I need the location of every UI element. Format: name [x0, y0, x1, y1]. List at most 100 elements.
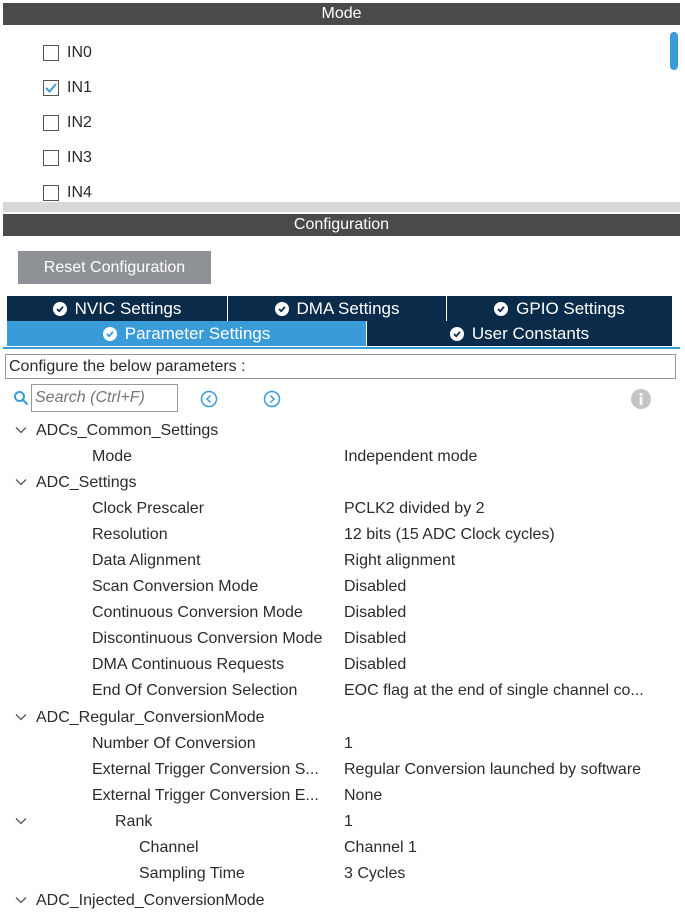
- tab-label: NVIC Settings: [74, 298, 182, 318]
- group-label: ADCs_Common_Settings: [36, 422, 219, 439]
- mode-item-in2[interactable]: IN2: [43, 113, 92, 133]
- param-row[interactable]: Channel Channel 1: [0, 835, 685, 861]
- configuration-header: Configuration: [3, 214, 680, 236]
- check-circle-icon: [102, 326, 117, 341]
- param-label: Number Of Conversion: [92, 735, 256, 752]
- param-value[interactable]: Regular Conversion launched by software: [344, 761, 674, 779]
- param-value[interactable]: PCLK2 divided by 2: [344, 500, 674, 518]
- mode-item-label: IN2: [67, 114, 92, 131]
- param-label: Discontinuous Conversion Mode: [92, 630, 323, 647]
- tab-user-constants[interactable]: User Constants: [367, 321, 672, 346]
- mode-item-in1[interactable]: IN1: [43, 78, 92, 98]
- param-label: External Trigger Conversion S...: [92, 761, 319, 778]
- previous-result-icon[interactable]: [200, 390, 218, 408]
- param-row[interactable]: End Of Conversion Selection EOC flag at …: [0, 678, 685, 704]
- mode-item-label: IN4: [67, 184, 92, 201]
- param-value[interactable]: EOC flag at the end of single channel co…: [344, 682, 674, 700]
- chevron-down-icon[interactable]: [14, 475, 28, 489]
- mode-item-in0[interactable]: IN0: [43, 43, 92, 63]
- param-label: External Trigger Conversion E...: [92, 787, 319, 804]
- param-label: Channel: [139, 839, 199, 856]
- param-label: Data Alignment: [92, 552, 201, 569]
- param-label: Rank: [115, 813, 153, 830]
- param-row-rank[interactable]: Rank 1: [0, 809, 685, 835]
- tab-label: User Constants: [471, 323, 590, 343]
- param-value[interactable]: Disabled: [344, 630, 674, 648]
- param-label: Mode: [92, 448, 133, 465]
- mode-divider[interactable]: [3, 202, 680, 212]
- check-circle-icon: [494, 301, 509, 316]
- param-value[interactable]: Channel 1: [344, 839, 674, 857]
- param-row[interactable]: Resolution 12 bits (15 ADC Clock cycles): [0, 522, 685, 548]
- group-adc-settings[interactable]: ADC_Settings: [0, 470, 685, 496]
- param-value[interactable]: None: [344, 787, 674, 805]
- tab-label: GPIO Settings: [516, 298, 625, 318]
- param-value[interactable]: Disabled: [344, 656, 674, 674]
- tab-parameter-settings[interactable]: Parameter Settings: [7, 321, 367, 346]
- checkbox-in1[interactable]: [43, 80, 59, 96]
- param-label: Sampling Time: [139, 865, 245, 882]
- param-row[interactable]: Mode Independent mode: [0, 444, 685, 470]
- param-row[interactable]: Data Alignment Right alignment: [0, 548, 685, 574]
- param-value[interactable]: 12 bits (15 ADC Clock cycles): [344, 526, 674, 544]
- mode-item-in4[interactable]: IN4: [43, 183, 92, 202]
- group-adc-regular-conversionmode[interactable]: ADC_Regular_ConversionMode: [0, 705, 685, 731]
- group-adc-injected-conversionmode[interactable]: ADC_Injected_ConversionMode: [0, 888, 685, 914]
- param-row[interactable]: Discontinuous Conversion Mode Disabled: [0, 626, 685, 652]
- group-adcs-common-settings[interactable]: ADCs_Common_Settings: [0, 418, 685, 444]
- mode-item-label: IN1: [67, 79, 92, 96]
- tab-underline: [3, 347, 680, 349]
- mode-header: Mode: [3, 3, 680, 25]
- chevron-down-icon[interactable]: [14, 423, 28, 437]
- param-value[interactable]: 1: [344, 813, 674, 831]
- mode-item-in3[interactable]: IN3: [43, 148, 92, 168]
- chevron-down-icon[interactable]: [14, 893, 28, 907]
- mode-item-label: IN3: [67, 149, 92, 166]
- chevron-down-icon[interactable]: [14, 814, 28, 828]
- param-value[interactable]: 3 Cycles: [344, 865, 674, 883]
- tab-label: DMA Settings: [296, 298, 400, 318]
- checkbox-in2[interactable]: [43, 115, 59, 131]
- param-row[interactable]: Clock Prescaler PCLK2 divided by 2: [0, 496, 685, 522]
- group-label: ADC_Injected_ConversionMode: [36, 892, 265, 909]
- mode-scrollbar-thumb[interactable]: [670, 32, 678, 70]
- param-value[interactable]: Disabled: [344, 604, 674, 622]
- param-row[interactable]: External Trigger Conversion E... None: [0, 783, 685, 809]
- param-row[interactable]: DMA Continuous Requests Disabled: [0, 652, 685, 678]
- check-circle-icon: [274, 301, 289, 316]
- param-row[interactable]: External Trigger Conversion S... Regular…: [0, 757, 685, 783]
- param-value[interactable]: Disabled: [344, 578, 674, 596]
- check-circle-icon: [449, 326, 464, 341]
- param-value[interactable]: 1: [344, 735, 674, 753]
- param-label: Resolution: [92, 526, 168, 543]
- param-label: DMA Continuous Requests: [92, 656, 285, 673]
- param-value[interactable]: Independent mode: [344, 448, 674, 466]
- mode-item-label: IN0: [67, 44, 92, 61]
- param-row[interactable]: Sampling Time 3 Cycles: [0, 861, 685, 887]
- checkbox-in3[interactable]: [43, 150, 59, 166]
- tab-dma-settings[interactable]: DMA Settings: [228, 296, 447, 321]
- tab-label: Parameter Settings: [124, 323, 271, 343]
- param-label: Continuous Conversion Mode: [92, 604, 303, 621]
- tab-nvic-settings[interactable]: NVIC Settings: [7, 296, 228, 321]
- param-row[interactable]: Scan Conversion Mode Disabled: [0, 574, 685, 600]
- search-input[interactable]: [31, 384, 178, 412]
- param-label: Clock Prescaler: [92, 500, 205, 517]
- group-label: ADC_Regular_ConversionMode: [36, 709, 265, 726]
- info-icon[interactable]: [630, 388, 652, 410]
- check-circle-icon: [52, 301, 67, 316]
- reset-configuration-button[interactable]: Reset Configuration: [18, 251, 211, 284]
- param-row[interactable]: Continuous Conversion Mode Disabled: [0, 600, 685, 626]
- param-value[interactable]: Right alignment: [344, 552, 674, 570]
- param-label: Scan Conversion Mode: [92, 578, 259, 595]
- mode-list: IN0 IN1 IN2 IN3 IN4: [3, 25, 680, 202]
- chevron-down-icon[interactable]: [14, 710, 28, 724]
- search-icon: [14, 391, 29, 406]
- next-result-icon[interactable]: [263, 390, 281, 408]
- tab-gpio-settings[interactable]: GPIO Settings: [447, 296, 672, 321]
- checkmark-icon: [45, 83, 57, 93]
- param-row[interactable]: Number Of Conversion 1: [0, 731, 685, 757]
- checkbox-in0[interactable]: [43, 45, 59, 61]
- checkbox-in4[interactable]: [43, 185, 59, 201]
- configure-parameters-label: Configure the below parameters :: [5, 354, 676, 379]
